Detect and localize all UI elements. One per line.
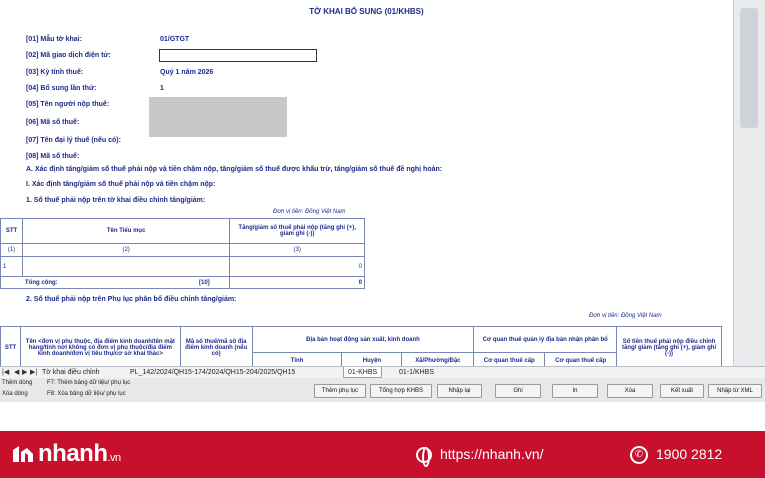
app-window: TỜ KHAI BỔ SUNG (01/KHBS) [01] Mẫu tờ kh… bbox=[0, 0, 765, 478]
redacted-taxpayer-info bbox=[149, 97, 287, 137]
row-amount-input[interactable]: 0 bbox=[229, 256, 365, 277]
tab-to-khai-dieu-chinh[interactable]: Tờ khai điều chỉnh bbox=[38, 367, 104, 378]
col-stt: STT bbox=[0, 218, 23, 244]
col-tang-giam: Tăng/giảm số thuế phải nộp (tăng ghi (+)… bbox=[229, 218, 365, 244]
index-cell: (2) bbox=[21, 243, 231, 257]
col2-stt: STT bbox=[0, 326, 21, 366]
col2-cq1: Cơ quan thuế cấp bbox=[473, 352, 546, 366]
field-label-04: [04] Bổ sung lần thứ: bbox=[26, 85, 97, 92]
index-cell: (3) bbox=[229, 243, 365, 257]
delete-row-hint: Xóa dòng bbox=[2, 391, 28, 397]
allocation-table: STT Tên <đơn vị phụ thuộc, địa điểm kinh… bbox=[0, 326, 722, 366]
spacer bbox=[0, 402, 765, 431]
transaction-code-input[interactable] bbox=[159, 49, 317, 62]
field-label-01: [01] Mẫu tờ khai: bbox=[26, 36, 82, 43]
save-button[interactable]: Ghi bbox=[495, 384, 541, 398]
phone-text: 1900 2812 bbox=[656, 446, 723, 462]
col2-area: Địa bàn hoạt động sản xuất, kinh doanh bbox=[251, 326, 475, 353]
add-appendix-button[interactable]: Thêm phụ lục bbox=[314, 384, 366, 398]
field-value-04: 1 bbox=[160, 85, 164, 92]
next-sheet-icon[interactable]: ▶ bbox=[22, 368, 27, 376]
tab-01-1-khbs[interactable]: 01-1/KHBS bbox=[395, 367, 438, 378]
scrollbar-thumb[interactable] bbox=[740, 8, 758, 128]
prev-sheet-icon[interactable]: ◀ bbox=[14, 368, 19, 376]
add-row-hint: Thêm dòng bbox=[2, 380, 33, 386]
section-1-heading: 1. Số thuế phải nộp trên tờ khai điều ch… bbox=[26, 197, 206, 204]
nhanh-logo: nhanh.vn bbox=[10, 440, 121, 468]
index-cell: (1) bbox=[0, 243, 23, 257]
section-i-heading: I. Xác định tăng/giảm số thuế phải nộp v… bbox=[26, 181, 216, 188]
phone-link[interactable]: ✆ 1900 2812 bbox=[630, 446, 723, 465]
promo-banner: nhanh.vn https://nhanh.vn/ ✆ 1900 2812 bbox=[0, 431, 765, 478]
field-label-08: [08] Mã số thuế: bbox=[26, 153, 80, 160]
brand-suffix: .vn bbox=[107, 452, 122, 464]
f8-hint: F8: Xóa bảng dữ liệu/ phụ lục bbox=[47, 391, 126, 397]
total-value: 0 bbox=[229, 276, 365, 289]
field-value-03: Quý 1 năm 2026 bbox=[160, 69, 214, 76]
total-label: Tổng cộng: [10] bbox=[0, 276, 231, 289]
field-value-01: 01/GTGT bbox=[160, 36, 190, 43]
first-sheet-icon[interactable]: |◀ bbox=[2, 368, 9, 376]
col2-cq2: Cơ quan thuế cấp bbox=[544, 352, 618, 366]
col2-mst: Mã số thuế/mã số địa điểm kinh doanh (nế… bbox=[179, 326, 253, 366]
col2-cq: Cơ quan thuế quản lý địa bàn nhận phân b… bbox=[473, 326, 618, 353]
col2-sotien: Số tiền thuế phải nộp điều chỉnh tăng/ g… bbox=[616, 326, 722, 366]
currency-unit-2: Đơn vị tiền: Đồng Việt Nam bbox=[589, 313, 662, 319]
field-label-06: [06] Mã số thuế: bbox=[26, 119, 80, 126]
form-sheet: TỜ KHAI BỔ SUNG (01/KHBS) [01] Mẫu tờ kh… bbox=[0, 0, 733, 366]
currency-unit-1: Đơn vị tiền: Đồng Việt Nam bbox=[273, 209, 346, 215]
col2-name: Tên <đơn vị phụ thuộc, địa điểm kinh doa… bbox=[19, 326, 181, 366]
total-code: [10] bbox=[199, 279, 210, 286]
f7-hint: F7: Thêm bảng dữ liệu/ phụ lục bbox=[47, 380, 131, 386]
website-link[interactable]: https://nhanh.vn/ bbox=[416, 446, 544, 468]
globe-icon bbox=[416, 447, 432, 468]
field-label-07: [07] Tên đại lý thuế (nếu có): bbox=[26, 137, 121, 144]
table-row: 1 0 bbox=[0, 256, 365, 277]
col-tieu-muc: Tên Tiểu mục bbox=[21, 218, 231, 244]
nhanh-logo-icon bbox=[13, 445, 33, 462]
col2-tinh: Tỉnh bbox=[251, 352, 343, 366]
status-bar: Thêm dòng F7: Thêm bảng dữ liệu/ phụ lục… bbox=[0, 378, 765, 402]
row-stt: 1 bbox=[0, 256, 23, 277]
summarize-khbs-button[interactable]: Tổng hợp KHBS bbox=[370, 384, 432, 398]
export-button[interactable]: Kết xuất bbox=[660, 384, 704, 398]
form-title: TỜ KHAI BỔ SUNG (01/KHBS) bbox=[309, 7, 424, 16]
sheet-tab-bar: |◀ ◀ ▶ ▶| Tờ khai điều chỉnh PL_142/2024… bbox=[0, 366, 765, 378]
col2-xa: Xã/Phường/Đặc bbox=[401, 352, 475, 366]
last-sheet-icon[interactable]: ▶| bbox=[30, 368, 37, 376]
brand-text: nhanh bbox=[38, 440, 108, 467]
reset-button[interactable]: Nhập lại bbox=[437, 384, 482, 398]
col2-huyen: Huyện bbox=[341, 352, 403, 366]
import-xml-button[interactable]: Nhập từ XML bbox=[708, 384, 762, 398]
delete-button[interactable]: Xóa bbox=[607, 384, 653, 398]
vertical-scrollbar[interactable] bbox=[733, 0, 765, 366]
phone-icon: ✆ bbox=[630, 446, 648, 465]
row-tieu-muc-input[interactable] bbox=[21, 256, 231, 277]
tab-pl-142[interactable]: PL_142/2024/QH15-174/2024/QH15-204/2025/… bbox=[126, 367, 299, 378]
website-text: https://nhanh.vn/ bbox=[440, 446, 544, 462]
section-2-heading: 2. Số thuế phải nộp trên Phụ lục phân bổ… bbox=[26, 296, 237, 303]
field-label-03: [03] Kỳ tính thuế: bbox=[26, 69, 84, 76]
tab-01-khbs[interactable]: 01-KHBS bbox=[343, 367, 383, 378]
section-a-heading: A. Xác định tăng/giảm số thuế phải nộp v… bbox=[26, 166, 443, 173]
field-label-05: [05] Tên người nộp thuế: bbox=[26, 101, 110, 108]
print-button[interactable]: In bbox=[552, 384, 598, 398]
field-label-02: [02] Mã giao dịch điện tử: bbox=[26, 52, 111, 59]
adjustment-table: STT Tên Tiểu mục Tăng/giảm số thuế phải … bbox=[0, 218, 365, 289]
total-label-text: Tổng cộng: bbox=[25, 279, 58, 286]
